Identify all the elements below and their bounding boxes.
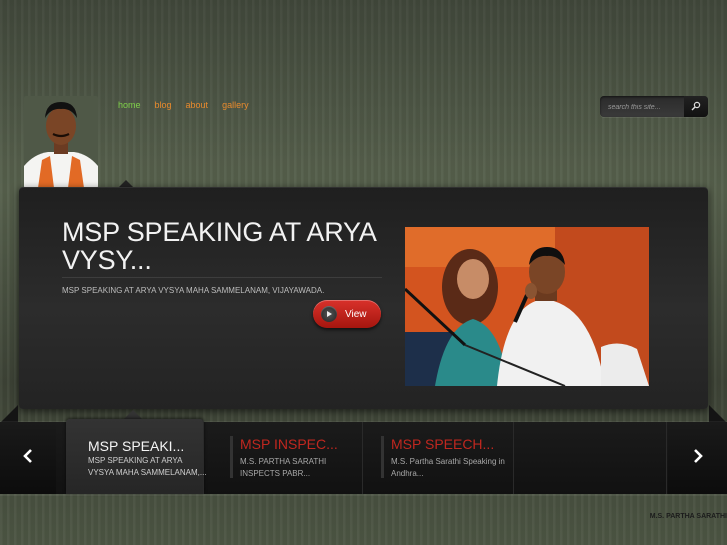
main-nav: home blog about gallery (118, 100, 249, 110)
search-button[interactable] (684, 96, 708, 117)
footer-text: M.S. PARTHA SARATHI (649, 513, 727, 520)
thumbnail-item-1[interactable]: MSP SPEAKI... MSP SPEAKING AT ARYA VYSYA… (66, 419, 207, 494)
thumb-notch (124, 410, 142, 419)
thumbnail-divider (230, 436, 233, 478)
thumbnail-text: MSP SPEAKING AT ARYA VYSYA MAHA SAMMELAN… (88, 456, 207, 477)
view-button-label: View (345, 308, 367, 320)
view-button[interactable]: View (313, 300, 381, 328)
nav-blog[interactable]: blog (155, 100, 172, 110)
nav-about[interactable]: about (186, 100, 209, 110)
thumbnail-item-empty (514, 422, 667, 494)
search-icon (691, 98, 701, 116)
thumbnail-title: MSP SPEECH... (391, 436, 495, 452)
nav-home[interactable]: home (118, 100, 141, 110)
nav-gallery[interactable]: gallery (222, 100, 249, 110)
chevron-left-icon (22, 448, 34, 468)
divider (62, 277, 382, 278)
thumbnail-title: MSP INSPEC... (240, 436, 338, 452)
strip-slope-right (709, 405, 727, 423)
search-box (600, 96, 708, 117)
search-input[interactable] (606, 99, 682, 115)
thumbnail-text: M.S. PARTHA SARATHI INSPECTS PABR... (240, 457, 327, 478)
featured-image[interactable] (405, 227, 649, 386)
strip-slope-left (0, 405, 18, 423)
next-button[interactable] (668, 422, 727, 494)
play-icon (321, 306, 337, 322)
avatar (24, 96, 98, 188)
featured-title: MSP SPEAKING AT ARYA VYSY... (62, 217, 376, 275)
header (0, 0, 727, 190)
prev-button[interactable] (0, 422, 56, 494)
thumbnail-divider (381, 436, 384, 478)
thumbnail-item-2[interactable]: MSP INSPEC... M.S. PARTHA SARATHI INSPEC… (212, 422, 363, 494)
chevron-right-icon (692, 448, 704, 468)
featured-description: MSP SPEAKING AT ARYA VYSYA MAHA SAMMELAN… (62, 286, 325, 295)
thumbnail-title: MSP SPEAKI... (88, 438, 185, 454)
thumbnail-text: M.S. Partha Sarathi Speaking in Andhra..… (391, 457, 505, 478)
thumbnail-item-3[interactable]: MSP SPEECH... M.S. Partha Sarathi Speaki… (363, 422, 514, 494)
footer-divider (0, 494, 727, 496)
